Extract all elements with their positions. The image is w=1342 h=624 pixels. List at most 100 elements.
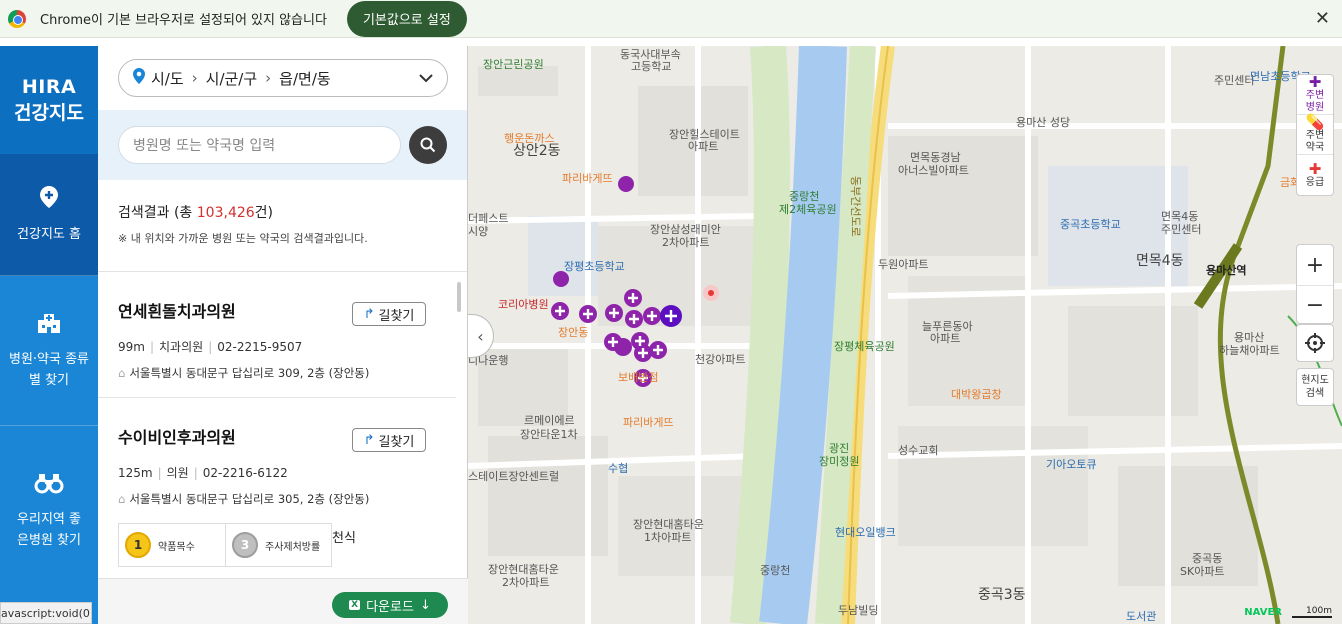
set-default-button[interactable]: 기본값으로 설정	[346, 0, 467, 37]
directions-arrow-icon: ↱	[363, 432, 375, 448]
zoom-in-button[interactable]: +	[1297, 245, 1333, 285]
map-label: 제2체육공원	[779, 203, 837, 216]
result-count-suffix: 건)	[254, 205, 274, 221]
search-button[interactable]	[409, 126, 447, 164]
hospital-plus-icon: ✚	[1308, 73, 1322, 91]
download-button[interactable]: X 다운로드 ↓	[332, 592, 448, 618]
map-label: 대박왕곱창	[951, 388, 1002, 401]
directions-arrow-icon: ↱	[363, 306, 375, 322]
search-panel: 시/도 › 시/군/구 › 읍/면/동 병원명 또는 약국명 입력 검색결과 (…	[98, 46, 468, 624]
chevron-down-icon[interactable]	[419, 69, 433, 87]
region-sigungu[interactable]: 시/군/구	[206, 68, 258, 89]
evaluation-badges: 1 약품목수 3 주사제처방률 천식	[118, 523, 436, 567]
clinic-distance: 125m	[118, 466, 153, 480]
nearby-hospital-button[interactable]: ✚ 주변 병원	[1297, 75, 1333, 115]
nav-item-label: 건강지도 홈	[17, 226, 81, 242]
result-count: 검색결과 (총 103,426건)	[118, 202, 467, 222]
infobar-message: Chrome이 기본 브라우저로 설정되어 있지 않습니다	[40, 13, 327, 28]
map-label: 두남빌딩	[838, 604, 879, 617]
result-list-scrollbar[interactable]	[457, 282, 461, 312]
list-item[interactable]: 수이비인후과의원 ↱ 길찾기 125m | 의원 | 02-2216-6122 ⌂ 서울특별…	[98, 398, 456, 578]
current-location-button[interactable]	[1296, 324, 1334, 362]
emergency-button[interactable]: ✚ 응급	[1297, 155, 1333, 195]
directions-label: 길찾기	[378, 308, 415, 324]
map-label: 장평체육공원	[834, 340, 895, 353]
home-icon: ⌂	[118, 366, 126, 380]
map-label: 장평초등학교	[564, 260, 625, 273]
badge-injection-rate[interactable]: 3 주사제처방률	[225, 524, 331, 566]
nearby-pharmacy-button[interactable]: 💊 주변 약국	[1297, 115, 1333, 155]
map-label: 장안타운1차	[520, 428, 578, 441]
clinic-phone: 02-2216-6122	[202, 466, 288, 480]
map-view[interactable]: 동국사대부속 고등학교 장안근린공원 행운돈까스 상안2동 파리바게뜨 장안힐스…	[468, 46, 1342, 624]
list-item[interactable]: 연세흰돌치과의원 ↱ 길찾기 99m | 치과의원 | 02-2215-9507 ⌂ 서울특…	[98, 272, 456, 398]
badge-row: 1 약품목수 3 주사제처방률	[118, 523, 332, 567]
map-label: 스테이트장안센트럴	[468, 470, 560, 483]
zoom-out-button[interactable]: −	[1297, 285, 1333, 325]
hospital-building-icon	[36, 310, 62, 339]
nav-item-good-hospitals[interactable]: 우리지역 좋은병원 찾기	[0, 426, 98, 596]
region-sido[interactable]: 시/도	[151, 68, 184, 89]
control-label: 주변 약국	[1305, 130, 1325, 153]
region-selector-row: 시/도 › 시/군/구 › 읍/면/동	[98, 46, 467, 110]
left-navigation: HIRA 건강지도 건강지도 홈 병원·약국 종류별 찾기 우리지역 좋은병원 …	[0, 46, 98, 624]
default-browser-infobar: Chrome이 기본 브라우저로 설정되어 있지 않습니다 기본값으로 설정 ✕	[0, 0, 1342, 38]
nav-item-find-by-type[interactable]: 병원·약국 종류별 찾기	[0, 276, 98, 426]
location-pin-icon	[133, 68, 145, 88]
map-pin-plus-icon	[38, 185, 60, 214]
result-note: ※ 내 위치와 가까운 병원 또는 약국의 검색결과입니다.	[118, 232, 368, 245]
excel-icon: X	[349, 600, 361, 610]
badge-drug-count[interactable]: 1 약품목수	[119, 524, 225, 566]
clinic-phone: 02-2215-9507	[217, 340, 303, 354]
download-label: 다운로드	[366, 599, 414, 615]
map-label: 현대오일뱅크	[835, 526, 896, 539]
map-label: 시양	[468, 225, 489, 238]
map-label: 하늘채아파트	[1219, 344, 1280, 357]
silver-medal-icon: 3	[232, 532, 258, 558]
directions-label: 길찾기	[378, 434, 415, 450]
chevron-left-icon: ‹	[477, 326, 484, 346]
directions-button[interactable]: ↱ 길찾기	[352, 428, 426, 452]
result-count-prefix: 검색결과 (총	[118, 205, 197, 221]
map-label: 장안동	[558, 326, 589, 339]
map-label: 파리바게뜨	[623, 416, 674, 429]
control-label: 주변 병원	[1305, 90, 1325, 113]
map-label: 아파트	[930, 332, 961, 345]
panel-footer: X 다운로드 ↓	[98, 578, 468, 624]
nav-item-home[interactable]: 건강지도 홈	[0, 154, 98, 276]
map-label: 성수교회	[898, 444, 939, 457]
map-label: 기아오토큐	[1046, 458, 1097, 471]
nav-item-label: 병원·약국 종류별 찾기	[8, 352, 90, 388]
zoom-controls: + −	[1296, 244, 1334, 324]
clinic-type: 의원	[166, 466, 189, 480]
control-label: 응급	[1305, 176, 1325, 188]
map-label: 주민센터	[1214, 74, 1255, 87]
map-label: 두원아파트	[878, 258, 929, 271]
crosshair-icon	[1305, 333, 1325, 353]
search-input[interactable]: 병원명 또는 약국명 입력	[118, 126, 401, 164]
clinic-address: ⌂ 서울특별시 동대문구 답십리로 305, 2층 (장안동)	[118, 491, 436, 507]
map-label: 고등학교	[631, 60, 672, 73]
close-icon[interactable]: ✕	[1315, 8, 1330, 29]
clinic-address: ⌂ 서울특별시 동대문구 답십리로 309, 2층 (장안동)	[118, 365, 436, 381]
clinic-meta: 99m | 치과의원 | 02-2215-9507	[118, 340, 303, 354]
map-label: 장미정원	[819, 455, 860, 468]
map-label: 천강아파트	[695, 353, 746, 366]
chevron-right-icon: ›	[265, 69, 272, 87]
clinic-address-text: 서울특별시 동대문구 답십리로 309, 2층 (장안동)	[129, 366, 370, 380]
result-list[interactable]: 연세흰돌치과의원 ↱ 길찾기 99m | 치과의원 | 02-2215-9507 ⌂ 서울특…	[98, 272, 456, 578]
home-icon: ⌂	[118, 492, 126, 506]
map-label: 동부간선도로	[849, 176, 862, 237]
directions-button[interactable]: ↱ 길찾기	[352, 302, 426, 326]
map-label: 파리바게뜨	[562, 172, 613, 185]
emergency-icon: ✚	[1308, 159, 1322, 178]
hira-logo[interactable]: HIRA 건강지도	[0, 46, 98, 154]
naver-logo: NAVER	[1244, 607, 1282, 618]
search-this-area-button[interactable]: 현지도 검색	[1296, 368, 1334, 406]
map-label: 코리아병원	[498, 298, 549, 311]
region-selector[interactable]: 시/도 › 시/군/구 › 읍/면/동	[118, 59, 448, 97]
map-label: 주민센터	[1161, 223, 1202, 236]
result-count-number: 103,426	[196, 205, 255, 221]
region-eupmyeondong[interactable]: 읍/면/동	[279, 68, 331, 89]
map-label: SK아파트	[1180, 565, 1225, 578]
